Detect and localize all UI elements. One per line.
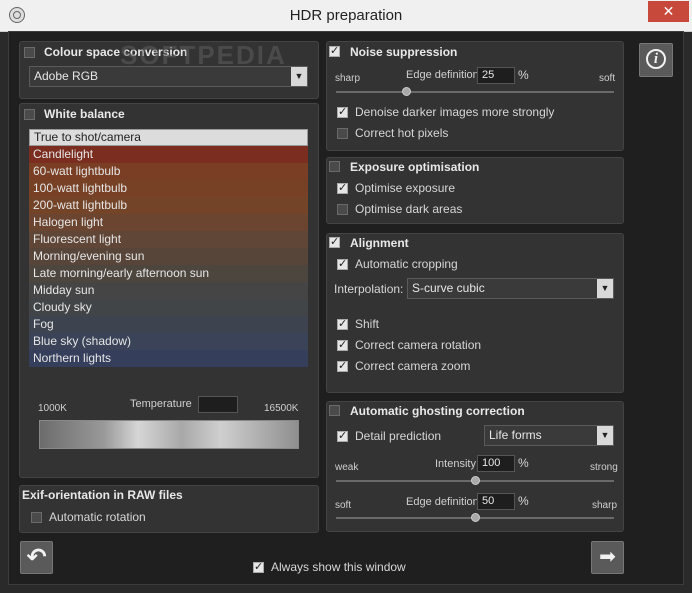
always-show-checkbox[interactable] [253, 560, 264, 573]
detail-prediction-value: Life forms [489, 428, 542, 442]
intensity-unit: % [518, 456, 529, 470]
denoise-darker-checkbox[interactable] [337, 105, 348, 118]
white-balance-item[interactable]: Cloudy sky [29, 299, 308, 316]
optimise-dark-label: Optimise dark areas [355, 202, 463, 216]
ghost-edge-label: Edge definition [406, 496, 479, 508]
noise-edge-input[interactable]: 25 [477, 67, 515, 84]
colour-space-checkbox[interactable] [24, 47, 35, 58]
temperature-gradient-bar[interactable] [39, 420, 299, 449]
white-balance-item[interactable]: Late morning/early afternoon sun [29, 265, 308, 282]
white-balance-item[interactable]: Fluorescent light [29, 231, 308, 248]
ghost-sharp-label: sharp [592, 500, 618, 511]
white-balance-item[interactable]: 60-watt lightbulb [29, 163, 308, 180]
white-balance-item[interactable]: 100-watt lightbulb [29, 180, 308, 197]
next-button[interactable]: ➡ [591, 541, 624, 574]
alignment-label: Alignment [350, 236, 409, 250]
optimise-dark-checkbox[interactable] [337, 204, 348, 215]
white-balance-item[interactable]: Blue sky (shadow) [29, 333, 308, 350]
white-balance-item[interactable]: True to shot/camera [29, 129, 308, 146]
ghosting-checkbox[interactable] [329, 405, 340, 416]
interpolation-value: S-curve cubic [412, 281, 485, 295]
chevron-down-icon: ▼ [291, 67, 307, 86]
noise-suppression-label: Noise suppression [350, 45, 458, 59]
automatic-rotation-label: Automatic rotation [49, 510, 146, 524]
camera-rotation-checkbox[interactable] [337, 338, 348, 351]
intensity-input[interactable]: 100 [477, 455, 515, 472]
exif-label: Exif-orientation in RAW files [22, 488, 183, 502]
white-balance-item[interactable]: Midday sun [29, 282, 308, 299]
white-balance-item[interactable]: Morning/evening sun [29, 248, 308, 265]
white-balance-item[interactable]: Fog [29, 316, 308, 333]
detail-prediction-checkbox[interactable] [337, 429, 348, 442]
intensity-strong-label: strong [590, 462, 618, 473]
chevron-down-icon: ▼ [597, 279, 613, 298]
camera-zoom-checkbox[interactable] [337, 359, 348, 372]
ghosting-label: Automatic ghosting correction [350, 404, 525, 418]
undo-arrow-icon: ↶ [26, 544, 47, 571]
exposure-label: Exposure optimisation [350, 160, 480, 174]
noise-suppression-checkbox[interactable] [329, 44, 340, 57]
colour-space-select[interactable]: Adobe RGB ▼ [29, 66, 308, 87]
white-balance-item[interactable]: Halogen light [29, 214, 308, 231]
shift-label: Shift [355, 317, 380, 331]
ghost-edge-slider-thumb[interactable] [471, 513, 480, 522]
intensity-label: Intensity [435, 458, 476, 470]
info-icon: i [646, 49, 666, 69]
colour-space-value: Adobe RGB [34, 69, 99, 83]
detail-prediction-label: Detail prediction [355, 429, 442, 443]
temperature-input[interactable] [198, 396, 238, 413]
noise-edge-slider-track[interactable] [336, 91, 614, 93]
optimise-exposure-label: Optimise exposure [355, 181, 456, 195]
alignment-checkbox[interactable] [329, 235, 340, 248]
white-balance-item[interactable]: 200-watt lightbulb [29, 197, 308, 214]
hot-pixels-checkbox[interactable] [337, 128, 348, 139]
noise-edge-unit: % [518, 68, 529, 82]
detail-prediction-select[interactable]: Life forms ▼ [484, 425, 614, 446]
white-balance-item[interactable]: Northern lights [29, 350, 308, 367]
exposure-checkbox[interactable] [329, 161, 340, 172]
chevron-down-icon: ▼ [597, 426, 613, 445]
window-title: HDR preparation [289, 7, 403, 24]
temperature-label: Temperature [130, 398, 192, 410]
shift-checkbox[interactable] [337, 317, 348, 330]
automatic-rotation-checkbox[interactable] [31, 512, 42, 523]
optimise-exposure-checkbox[interactable] [337, 181, 348, 194]
denoise-darker-label: Denoise darker images more strongly [355, 105, 555, 119]
intensity-slider-thumb[interactable] [471, 476, 480, 485]
white-balance-checkbox[interactable] [24, 109, 35, 120]
right-arrow-icon: ➡ [599, 546, 616, 568]
temperature-min-label: 1000K [38, 403, 67, 414]
interpolation-select[interactable]: S-curve cubic ▼ [407, 278, 614, 299]
back-button[interactable]: ↶ [20, 541, 53, 574]
white-balance-item[interactable]: Candlelight [29, 146, 308, 163]
camera-zoom-label: Correct camera zoom [355, 359, 471, 373]
always-show-label: Always show this window [271, 560, 406, 574]
temperature-max-label: 16500K [264, 403, 299, 414]
hot-pixels-label: Correct hot pixels [355, 126, 449, 140]
automatic-cropping-checkbox[interactable] [337, 257, 348, 270]
info-button[interactable]: i [639, 43, 673, 77]
ghost-soft-label: soft [335, 500, 352, 511]
close-icon: ✕ [662, 3, 675, 19]
ghost-edge-unit: % [518, 494, 529, 508]
noise-edge-slider-thumb[interactable] [401, 87, 411, 96]
camera-rotation-label: Correct camera rotation [355, 338, 482, 352]
ghost-edge-input[interactable]: 50 [477, 493, 515, 510]
noise-edge-label: Edge definition [406, 69, 479, 81]
white-balance-list[interactable]: True to shot/camera Candlelight 60-watt li… [29, 129, 308, 368]
noise-soft-label: soft [599, 73, 616, 84]
interpolation-label: Interpolation: [334, 282, 404, 296]
noise-sharp-label: sharp [335, 73, 361, 84]
close-button[interactable]: ✕ [648, 1, 689, 22]
automatic-cropping-label: Automatic cropping [355, 257, 458, 271]
intensity-weak-label: weak [335, 462, 359, 473]
white-balance-label: White balance [44, 107, 125, 121]
